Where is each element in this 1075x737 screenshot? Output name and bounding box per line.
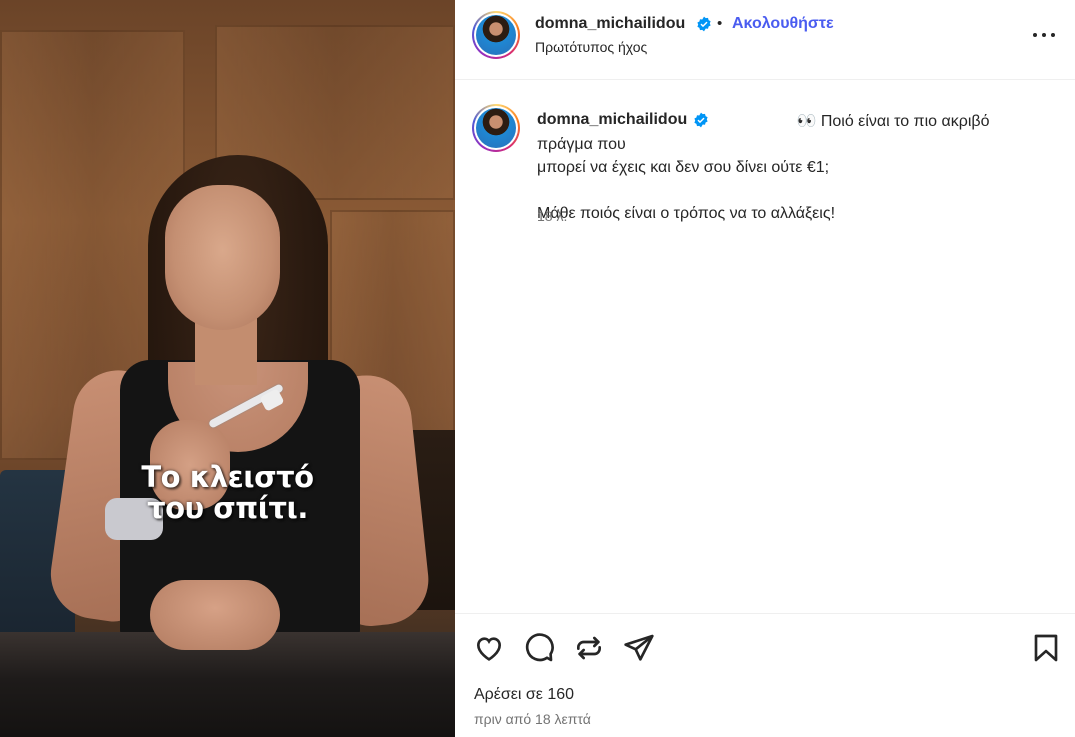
post-side-panel: domna_michailidou • Ακολουθήστε Πρωτότυπ… (455, 0, 1075, 737)
header-username[interactable]: domna_michailidou (535, 15, 685, 33)
verified-icon (694, 112, 708, 128)
like-count[interactable]: Αρέσει σε 160 (474, 686, 574, 704)
separator-dot: • (717, 15, 723, 32)
share-icon[interactable] (573, 632, 605, 664)
comment-icon[interactable] (523, 632, 555, 664)
post-timestamp[interactable]: πριν από 18 λεπτά (474, 711, 591, 727)
avatar[interactable] (472, 11, 520, 59)
video-caption-line: Το κλειστό (141, 460, 314, 494)
post-header: domna_michailidou • Ακολουθήστε Πρωτότυπ… (455, 0, 1075, 80)
post-media[interactable]: Το κλειστό του σπίτι. (0, 0, 455, 737)
person-face (165, 185, 280, 330)
verified-icon (697, 16, 711, 32)
caption-text-line: Μάθε ποιός είναι ο τρόπος να το αλλάξεις… (537, 205, 836, 222)
follow-button[interactable]: Ακολουθήστε (732, 15, 834, 33)
save-icon[interactable] (1030, 632, 1062, 664)
like-icon[interactable] (473, 632, 505, 664)
person-hands (150, 580, 280, 650)
post-actions: Αρέσει σε 160 πριν από 18 λεπτά (455, 613, 1075, 737)
caption-emoji: 👀 (796, 113, 817, 130)
avatar[interactable] (472, 104, 520, 152)
send-icon[interactable] (623, 632, 655, 664)
video-caption-line: του σπίτι. (147, 491, 308, 525)
more-icon[interactable] (1031, 26, 1057, 44)
caption-text-line: μπορεί να έχεις και δεν σου δίνει ούτε €… (537, 159, 830, 176)
caption-username[interactable]: domna_michailidou (537, 111, 687, 129)
caption-timestamp[interactable]: 18 λ. (537, 208, 567, 224)
audio-label[interactable]: Πρωτότυπος ήχος (535, 39, 647, 55)
